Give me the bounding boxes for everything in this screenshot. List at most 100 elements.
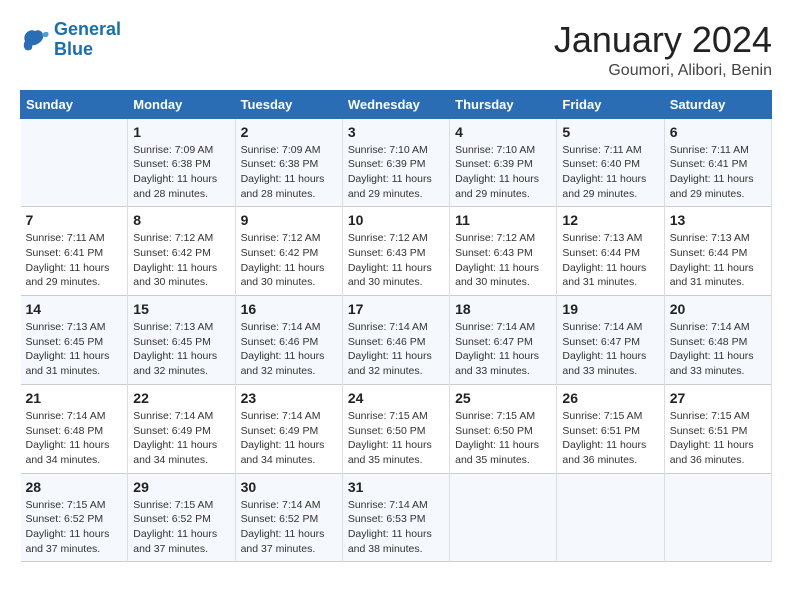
calendar-header-row: SundayMondayTuesdayWednesdayThursdayFrid… [21, 90, 772, 118]
logo-icon [20, 26, 50, 54]
calendar-cell: 31Sunrise: 7:14 AMSunset: 6:53 PMDayligh… [342, 473, 449, 562]
calendar-cell: 22Sunrise: 7:14 AMSunset: 6:49 PMDayligh… [128, 384, 235, 473]
day-info: Sunrise: 7:13 AMSunset: 6:45 PMDaylight:… [26, 320, 123, 379]
day-info: Sunrise: 7:15 AMSunset: 6:51 PMDaylight:… [562, 409, 658, 468]
day-info: Sunrise: 7:09 AMSunset: 6:38 PMDaylight:… [133, 143, 229, 202]
day-info: Sunrise: 7:14 AMSunset: 6:52 PMDaylight:… [241, 498, 337, 557]
day-info: Sunrise: 7:14 AMSunset: 6:47 PMDaylight:… [562, 320, 658, 379]
calendar-cell: 5 Sunrise: 7:11 AMSunset: 6:40 PMDaylight… [557, 118, 664, 207]
calendar-cell: 10Sunrise: 7:12 AMSunset: 6:43 PMDayligh… [342, 207, 449, 296]
calendar-cell: 12 Sunrise: 7:13 AMSunset: 6:44 PMDayligh… [557, 207, 664, 296]
calendar-cell [21, 118, 128, 207]
day-number: 24 [348, 390, 444, 406]
day-number: 5 [562, 124, 658, 140]
calendar-cell: 7 Sunrise: 7:11 AMSunset: 6:41 PMDaylight… [21, 207, 128, 296]
day-number: 9 [241, 212, 337, 228]
logo-text: General Blue [54, 20, 121, 60]
day-info: Sunrise: 7:13 AMSunset: 6:44 PMDaylight:… [562, 231, 658, 290]
day-number: 29 [133, 479, 229, 495]
calendar-cell: 11 Sunrise: 7:12 AMSunset: 6:43 PMDayligh… [450, 207, 557, 296]
day-info: Sunrise: 7:14 AMSunset: 6:47 PMDaylight:… [455, 320, 551, 379]
calendar-cell: 3 Sunrise: 7:10 AMSunset: 6:39 PMDaylight… [342, 118, 449, 207]
day-info: Sunrise: 7:14 AMSunset: 6:46 PMDaylight:… [241, 320, 337, 379]
day-number: 14 [26, 301, 123, 317]
day-info: Sunrise: 7:11 AMSunset: 6:41 PMDaylight:… [670, 143, 766, 202]
day-number: 13 [670, 212, 766, 228]
day-number: 4 [455, 124, 551, 140]
header-saturday: Saturday [664, 90, 771, 118]
calendar-cell: 28 Sunrise: 7:15 AMSunset: 6:52 PMDayligh… [21, 473, 128, 562]
header-sunday: Sunday [21, 90, 128, 118]
calendar-cell: 6 Sunrise: 7:11 AMSunset: 6:41 PMDaylight… [664, 118, 771, 207]
day-number: 12 [562, 212, 658, 228]
calendar-cell [664, 473, 771, 562]
calendar-cell: 23Sunrise: 7:14 AMSunset: 6:49 PMDayligh… [235, 384, 342, 473]
day-number: 11 [455, 212, 551, 228]
title-block: January 2024 Goumori, Alibori, Benin [554, 20, 772, 80]
day-number: 3 [348, 124, 444, 140]
day-number: 8 [133, 212, 229, 228]
day-info: Sunrise: 7:11 AMSunset: 6:40 PMDaylight:… [562, 143, 658, 202]
day-info: Sunrise: 7:15 AMSunset: 6:52 PMDaylight:… [26, 498, 123, 557]
day-info: Sunrise: 7:10 AMSunset: 6:39 PMDaylight:… [348, 143, 444, 202]
day-number: 16 [241, 301, 337, 317]
week-row-2: 7 Sunrise: 7:11 AMSunset: 6:41 PMDaylight… [21, 207, 772, 296]
header-wednesday: Wednesday [342, 90, 449, 118]
day-number: 28 [26, 479, 123, 495]
day-info: Sunrise: 7:12 AMSunset: 6:42 PMDaylight:… [241, 231, 337, 290]
day-number: 27 [670, 390, 766, 406]
day-info: Sunrise: 7:10 AMSunset: 6:39 PMDaylight:… [455, 143, 551, 202]
calendar-cell: 29 Sunrise: 7:15 AMSunset: 6:52 PMDayligh… [128, 473, 235, 562]
day-info: Sunrise: 7:12 AMSunset: 6:43 PMDaylight:… [455, 231, 551, 290]
day-info: Sunrise: 7:15 AMSunset: 6:50 PMDaylight:… [455, 409, 551, 468]
header-monday: Monday [128, 90, 235, 118]
calendar-cell: 19 Sunrise: 7:14 AMSunset: 6:47 PMDayligh… [557, 296, 664, 385]
header-thursday: Thursday [450, 90, 557, 118]
day-number: 30 [241, 479, 337, 495]
day-info: Sunrise: 7:15 AMSunset: 6:50 PMDaylight:… [348, 409, 444, 468]
calendar-cell [450, 473, 557, 562]
calendar-table: SundayMondayTuesdayWednesdayThursdayFrid… [20, 90, 772, 563]
calendar-cell: 4 Sunrise: 7:10 AMSunset: 6:39 PMDaylight… [450, 118, 557, 207]
calendar-cell: 15Sunrise: 7:13 AMSunset: 6:45 PMDayligh… [128, 296, 235, 385]
location: Goumori, Alibori, Benin [554, 62, 772, 80]
page-header: General Blue January 2024 Goumori, Alibo… [20, 20, 772, 80]
calendar-cell: 1 Sunrise: 7:09 AMSunset: 6:38 PMDaylight… [128, 118, 235, 207]
calendar-cell: 14 Sunrise: 7:13 AMSunset: 6:45 PMDayligh… [21, 296, 128, 385]
calendar-cell: 27 Sunrise: 7:15 AMSunset: 6:51 PMDayligh… [664, 384, 771, 473]
day-info: Sunrise: 7:14 AMSunset: 6:49 PMDaylight:… [133, 409, 229, 468]
day-info: Sunrise: 7:14 AMSunset: 6:48 PMDaylight:… [26, 409, 123, 468]
calendar-cell: 18Sunrise: 7:14 AMSunset: 6:47 PMDayligh… [450, 296, 557, 385]
calendar-cell: 25 Sunrise: 7:15 AMSunset: 6:50 PMDayligh… [450, 384, 557, 473]
day-info: Sunrise: 7:14 AMSunset: 6:46 PMDaylight:… [348, 320, 444, 379]
day-info: Sunrise: 7:15 AMSunset: 6:51 PMDaylight:… [670, 409, 766, 468]
day-info: Sunrise: 7:13 AMSunset: 6:44 PMDaylight:… [670, 231, 766, 290]
day-number: 7 [26, 212, 123, 228]
day-number: 20 [670, 301, 766, 317]
day-info: Sunrise: 7:11 AMSunset: 6:41 PMDaylight:… [26, 231, 123, 290]
day-number: 21 [26, 390, 123, 406]
calendar-cell: 26 Sunrise: 7:15 AMSunset: 6:51 PMDayligh… [557, 384, 664, 473]
calendar-cell: 9 Sunrise: 7:12 AMSunset: 6:42 PMDaylight… [235, 207, 342, 296]
calendar-cell: 20Sunrise: 7:14 AMSunset: 6:48 PMDayligh… [664, 296, 771, 385]
day-info: Sunrise: 7:12 AMSunset: 6:42 PMDaylight:… [133, 231, 229, 290]
calendar-cell: 16 Sunrise: 7:14 AMSunset: 6:46 PMDayligh… [235, 296, 342, 385]
day-info: Sunrise: 7:14 AMSunset: 6:53 PMDaylight:… [348, 498, 444, 557]
calendar-cell: 2Sunrise: 7:09 AMSunset: 6:38 PMDaylight… [235, 118, 342, 207]
calendar-cell: 17 Sunrise: 7:14 AMSunset: 6:46 PMDayligh… [342, 296, 449, 385]
day-number: 19 [562, 301, 658, 317]
week-row-4: 21 Sunrise: 7:14 AMSunset: 6:48 PMDayligh… [21, 384, 772, 473]
week-row-1: 1 Sunrise: 7:09 AMSunset: 6:38 PMDaylight… [21, 118, 772, 207]
logo: General Blue [20, 20, 121, 60]
calendar-cell: 30 Sunrise: 7:14 AMSunset: 6:52 PMDayligh… [235, 473, 342, 562]
day-number: 17 [348, 301, 444, 317]
day-info: Sunrise: 7:09 AMSunset: 6:38 PMDaylight:… [241, 143, 337, 202]
day-number: 25 [455, 390, 551, 406]
calendar-cell: 13 Sunrise: 7:13 AMSunset: 6:44 PMDayligh… [664, 207, 771, 296]
day-number: 1 [133, 124, 229, 140]
day-info: Sunrise: 7:13 AMSunset: 6:45 PMDaylight:… [133, 320, 229, 379]
calendar-cell: 21 Sunrise: 7:14 AMSunset: 6:48 PMDayligh… [21, 384, 128, 473]
day-info: Sunrise: 7:15 AMSunset: 6:52 PMDaylight:… [133, 498, 229, 557]
day-number: 26 [562, 390, 658, 406]
day-number: 6 [670, 124, 766, 140]
